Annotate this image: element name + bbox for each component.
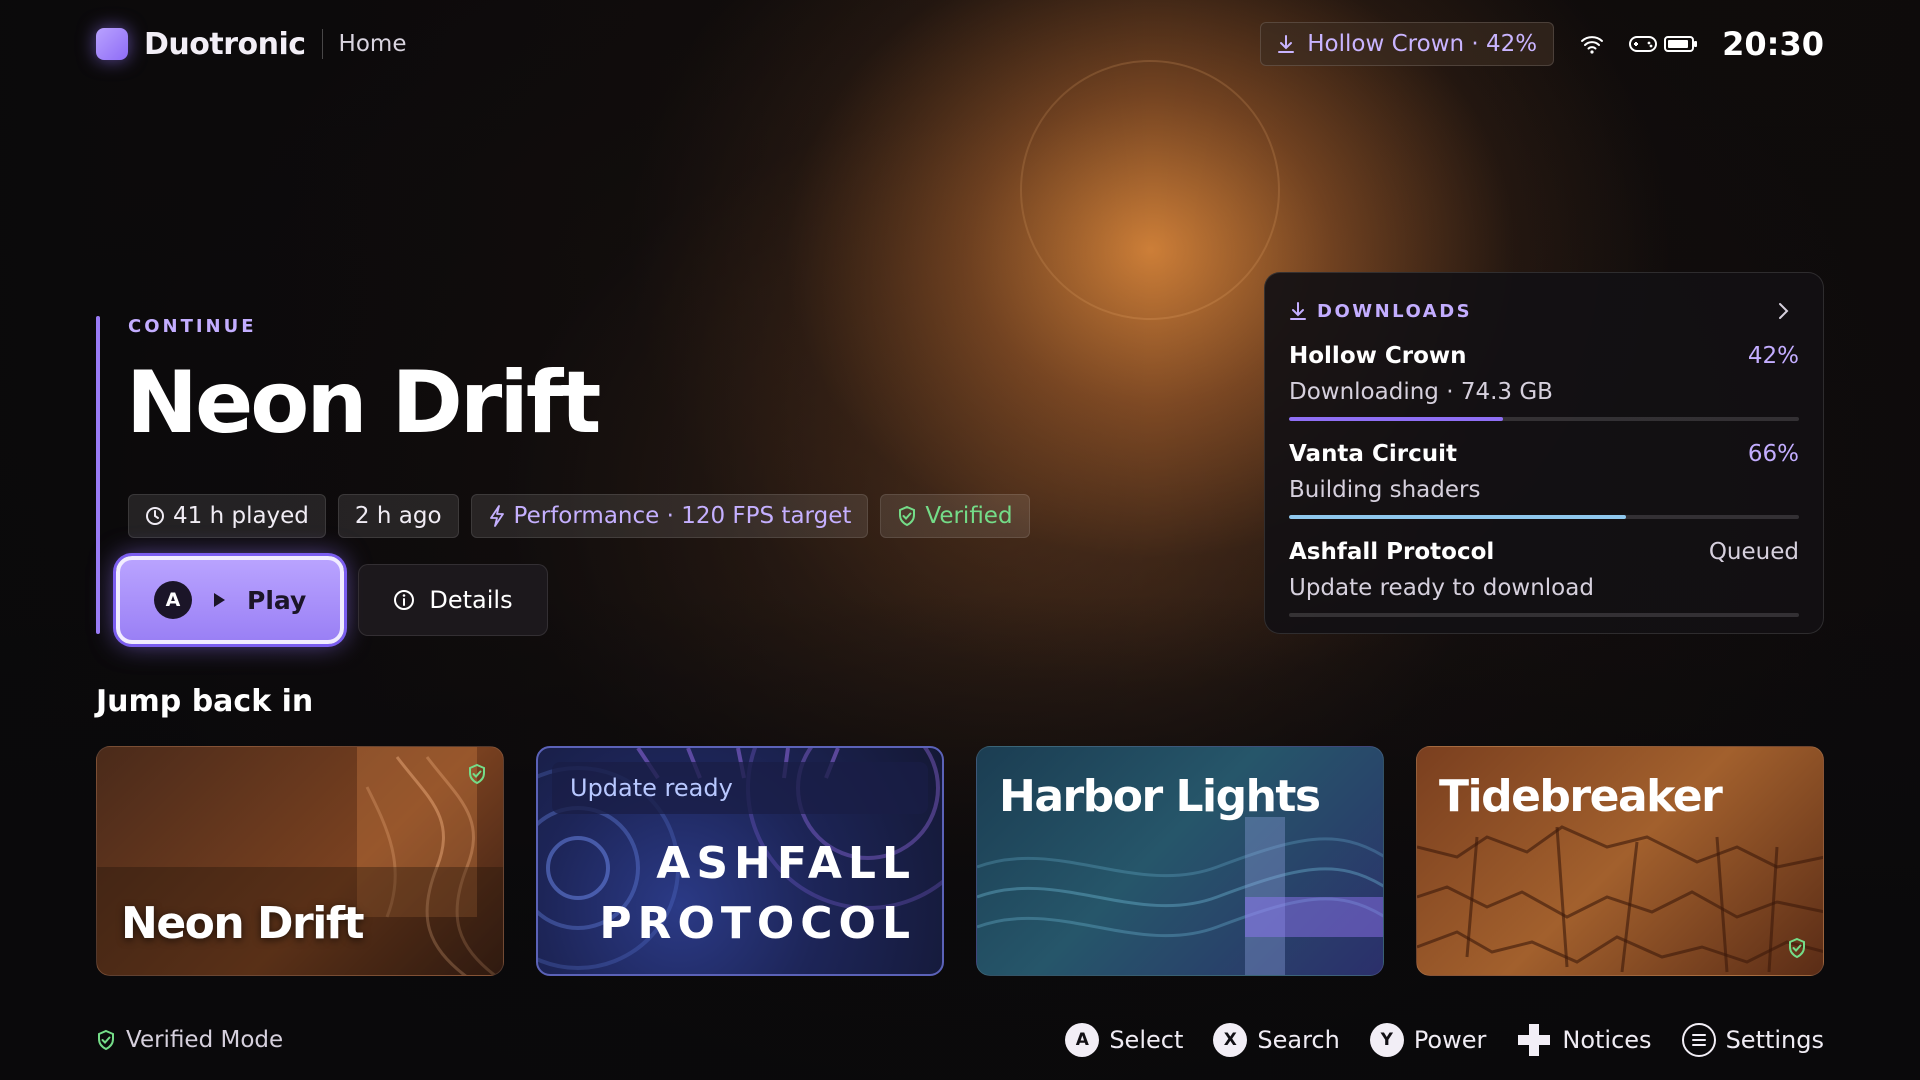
hint-notices[interactable]: Notices xyxy=(1516,1022,1652,1058)
download-status: Queued xyxy=(1708,539,1799,565)
clock-icon xyxy=(146,507,164,525)
game-card-harbor-lights[interactable]: Harbor Lights xyxy=(976,746,1384,976)
wifi-icon xyxy=(1580,34,1604,54)
download-icon xyxy=(1278,35,1295,53)
chevron-right-icon[interactable] xyxy=(1777,301,1789,321)
hero-chips: 41 h played 2 h ago Performance · 120 FP… xyxy=(128,494,1030,538)
play-button[interactable]: A Play xyxy=(116,556,344,644)
download-item-vanta-circuit[interactable]: Vanta Circuit 66% Building shaders xyxy=(1289,441,1799,519)
card-title-line2: PROTOCOL xyxy=(599,898,916,949)
download-pill-text: Hollow Crown · 42% xyxy=(1307,31,1538,57)
battery-icon xyxy=(1664,34,1698,54)
play-icon xyxy=(214,593,225,607)
downloads-panel[interactable]: DOWNLOADS Hollow Crown 42% Downloading ·… xyxy=(1264,272,1824,634)
last-played-chip: 2 h ago xyxy=(337,494,459,538)
progress-fill xyxy=(1289,515,1626,519)
menu-button-icon xyxy=(1681,1023,1716,1057)
verified-shield-icon xyxy=(1789,937,1805,959)
downloads-header: DOWNLOADS xyxy=(1289,299,1799,323)
game-card-tidebreaker[interactable]: Tidebreaker xyxy=(1416,746,1824,976)
progress-track xyxy=(1289,515,1799,519)
x-button-glyph: X xyxy=(1213,1023,1248,1057)
shield-check-icon xyxy=(98,1029,114,1051)
divider xyxy=(321,29,323,59)
game-card-ashfall-protocol[interactable]: Update ready ASHFALL PROTOCOL xyxy=(536,746,944,976)
info-icon xyxy=(394,590,415,610)
card-title: Neon Drift xyxy=(121,898,365,949)
download-item-ashfall-protocol[interactable]: Ashfall Protocol Queued Update ready to … xyxy=(1289,539,1799,617)
hint-select[interactable]: A Select xyxy=(1065,1023,1183,1057)
breadcrumb: Home xyxy=(338,31,407,57)
progress-track xyxy=(1289,417,1799,421)
verified-mode-indicator: Verified Mode xyxy=(96,1027,283,1053)
brand-name: Duotronic xyxy=(144,26,306,62)
performance-text: Performance · 120 FPS target xyxy=(513,503,852,529)
details-button[interactable]: Details xyxy=(358,564,548,636)
download-detail: Downloading · 74.3 GB xyxy=(1289,379,1553,405)
played-chip: 41 h played xyxy=(128,494,326,538)
download-name: Hollow Crown xyxy=(1289,343,1467,369)
download-name: Vanta Circuit xyxy=(1289,441,1457,467)
download-icon xyxy=(1290,302,1306,320)
download-detail: Update ready to download xyxy=(1289,575,1594,601)
hint-label: Select xyxy=(1109,1026,1184,1054)
hint-search[interactable]: X Search xyxy=(1213,1023,1340,1057)
a-button-glyph: A xyxy=(154,581,192,619)
downloads-title: DOWNLOADS xyxy=(1317,300,1473,322)
hero-actions: A Play Details xyxy=(116,556,548,644)
hint-label: Power xyxy=(1413,1026,1487,1054)
download-status: 42% xyxy=(1747,343,1799,369)
section-title: Jump back in xyxy=(96,684,314,719)
play-label: Play xyxy=(247,585,307,615)
verified-text: Verified xyxy=(925,503,1013,529)
game-cards-row: Neon Drift Update ready ASHFALL PROTOCOL… xyxy=(96,746,1824,976)
download-detail: Building shaders xyxy=(1289,477,1481,503)
hint-label: Search xyxy=(1257,1026,1340,1054)
brand-logo xyxy=(96,28,128,60)
hint-settings[interactable]: Settings xyxy=(1681,1023,1824,1057)
card-title: Harbor Lights xyxy=(999,771,1321,822)
download-status: 66% xyxy=(1747,441,1799,467)
a-button-glyph: A xyxy=(1065,1023,1100,1057)
clock: 20:30 xyxy=(1722,25,1824,63)
hint-label: Notices xyxy=(1562,1026,1652,1054)
hint-label: Settings xyxy=(1725,1026,1824,1054)
played-text: 41 h played xyxy=(173,503,309,529)
verified-chip: Verified xyxy=(880,494,1030,538)
progress-fill xyxy=(1289,417,1504,421)
hint-power[interactable]: Y Power xyxy=(1369,1023,1487,1057)
top-bar: Duotronic Home Hollow Crown · 42% 20:30 xyxy=(96,22,1824,66)
footer-bar: Verified Mode A Select X Search Y Power … xyxy=(96,1018,1824,1062)
lightning-icon xyxy=(489,505,504,527)
hero-title: Neon Drift xyxy=(126,353,601,453)
hero-eyebrow: CONTINUE xyxy=(128,316,257,337)
download-status-pill[interactable]: Hollow Crown · 42% xyxy=(1260,22,1555,66)
verified-shield-icon xyxy=(469,763,485,785)
performance-chip: Performance · 120 FPS target xyxy=(470,494,869,538)
gamepad-icon xyxy=(1628,34,1658,54)
download-name: Ashfall Protocol xyxy=(1289,539,1495,565)
game-card-neon-drift[interactable]: Neon Drift xyxy=(96,746,504,976)
verified-mode-label: Verified Mode xyxy=(126,1027,284,1053)
card-title: Tidebreaker xyxy=(1439,771,1723,822)
dpad-icon xyxy=(1518,1024,1551,1056)
update-ready-badge: Update ready xyxy=(552,762,928,814)
y-button-glyph: Y xyxy=(1369,1023,1404,1057)
shield-check-icon xyxy=(899,505,916,527)
last-played-text: 2 h ago xyxy=(354,503,442,529)
download-item-hollow-crown[interactable]: Hollow Crown 42% Downloading · 74.3 GB xyxy=(1289,343,1799,421)
hero-accent-bar xyxy=(96,316,100,634)
card-title-line1: ASHFALL xyxy=(656,838,916,889)
progress-track xyxy=(1289,613,1799,617)
button-hints: A Select X Search Y Power Notices Settin… xyxy=(1065,1022,1824,1058)
details-label: Details xyxy=(429,586,513,614)
